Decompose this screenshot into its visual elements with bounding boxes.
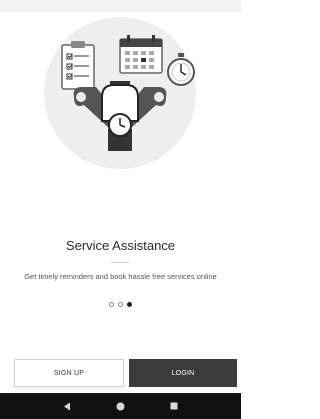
recents-icon[interactable] [170, 402, 178, 410]
page-subtitle: Get timely reminders and book hassle fre… [24, 272, 217, 281]
calendar-icon [119, 35, 163, 74]
service-illustration [44, 17, 196, 169]
back-icon[interactable] [63, 402, 71, 411]
page-dot-3[interactable] [127, 302, 132, 307]
sign-up-button[interactable]: SIGN UP [14, 359, 124, 387]
page-dot-2[interactable] [118, 302, 123, 307]
system-nav-bar [0, 393, 241, 419]
status-bar [0, 0, 241, 12]
login-button[interactable]: LOGIN [129, 359, 237, 387]
clipboard-icon [61, 41, 95, 90]
page-dot-1[interactable] [109, 302, 114, 307]
page-indicator [0, 302, 241, 307]
page-title: Service Assistance [65, 238, 176, 253]
home-icon[interactable] [116, 402, 125, 411]
title-divider [111, 262, 129, 263]
